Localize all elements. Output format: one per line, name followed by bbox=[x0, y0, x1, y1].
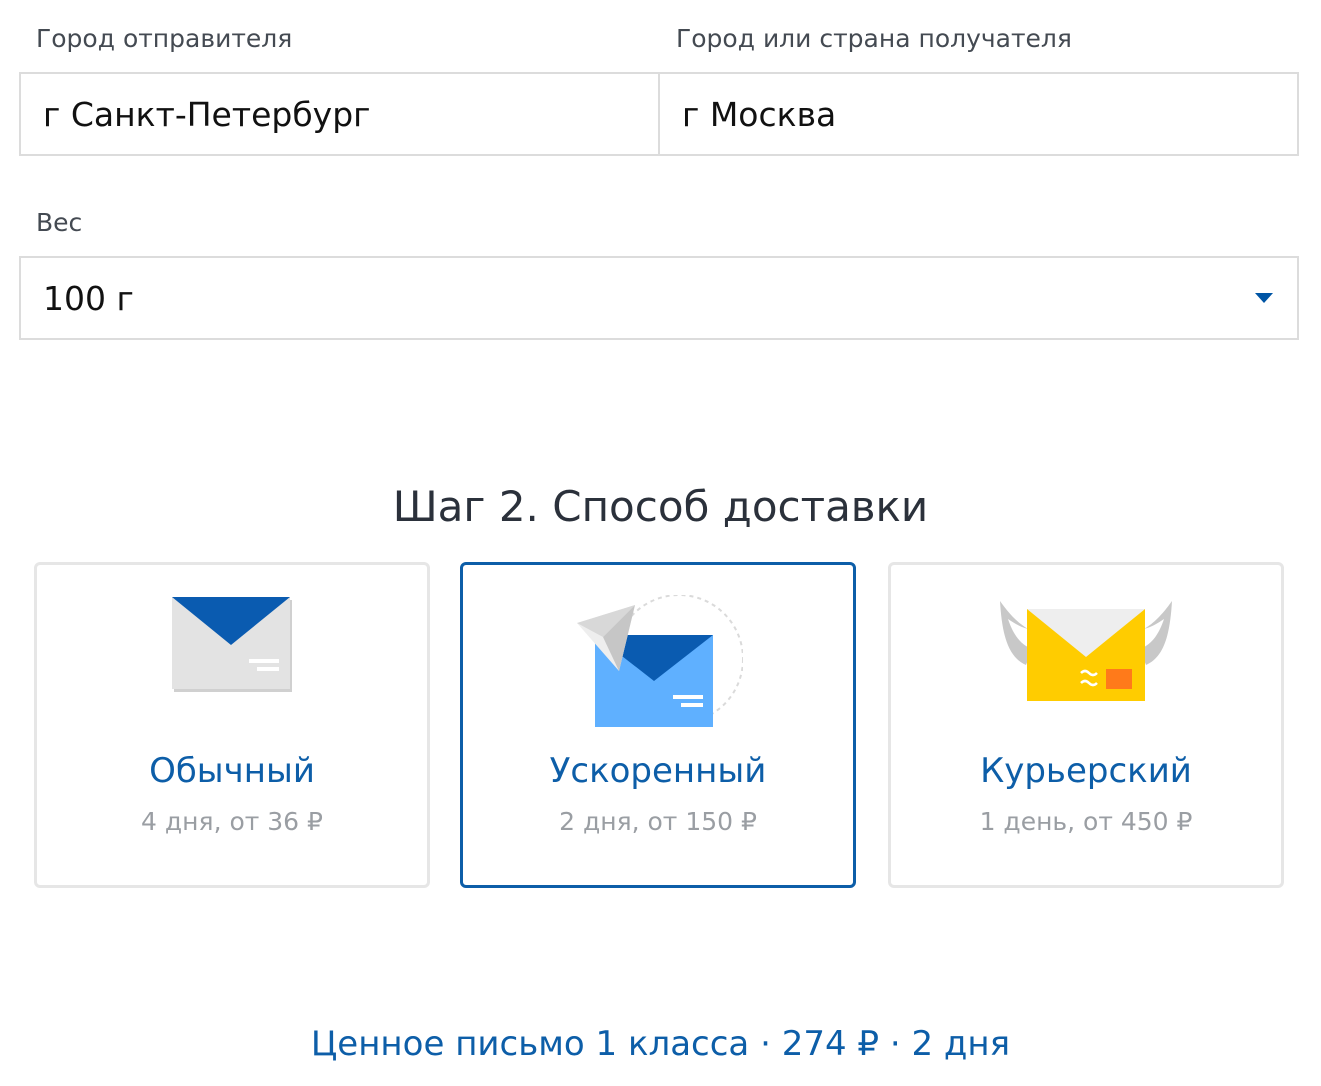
delivery-option-subtitle: 2 дня, от 150 ₽ bbox=[559, 807, 757, 836]
sender-city-label: Город отправителя bbox=[36, 24, 293, 53]
delivery-option-title: Обычный bbox=[149, 751, 315, 791]
paper-plane-envelope-icon bbox=[577, 595, 743, 727]
step-title: Шаг 2. Способ доставки bbox=[392, 482, 929, 531]
recipient-city-label: Город или страна получателя bbox=[676, 24, 1072, 53]
sender-city-value: г Санкт-Петербург bbox=[43, 94, 371, 134]
summary-link[interactable]: Ценное письмо 1 класса · 274 ₽ · 2 дня bbox=[0, 1024, 1321, 1065]
delivery-option-title: Курьерский bbox=[980, 751, 1192, 791]
delivery-option-courier[interactable]: Курьерский 1 день, от 450 ₽ bbox=[888, 562, 1284, 888]
chevron-down-icon[interactable] bbox=[1255, 293, 1273, 303]
delivery-option-regular[interactable]: Обычный 4 дня, от 36 ₽ bbox=[34, 562, 430, 888]
delivery-option-express[interactable]: Ускоренный 2 дня, от 150 ₽ bbox=[460, 562, 856, 888]
weight-value: 100 г bbox=[43, 278, 134, 318]
weight-label: Вес bbox=[36, 208, 83, 237]
envelope-icon bbox=[172, 597, 292, 692]
delivery-option-subtitle: 1 день, от 450 ₽ bbox=[979, 807, 1193, 836]
weight-select[interactable]: 100 г bbox=[19, 256, 1299, 340]
delivery-option-subtitle: 4 дня, от 36 ₽ bbox=[141, 807, 323, 836]
recipient-city-value: г Москва bbox=[682, 94, 837, 134]
winged-envelope-icon bbox=[1000, 601, 1172, 701]
delivery-option-title: Ускоренный bbox=[549, 751, 767, 791]
recipient-city-input[interactable]: г Москва bbox=[658, 72, 1299, 156]
sender-city-input[interactable]: г Санкт-Петербург bbox=[19, 72, 660, 156]
